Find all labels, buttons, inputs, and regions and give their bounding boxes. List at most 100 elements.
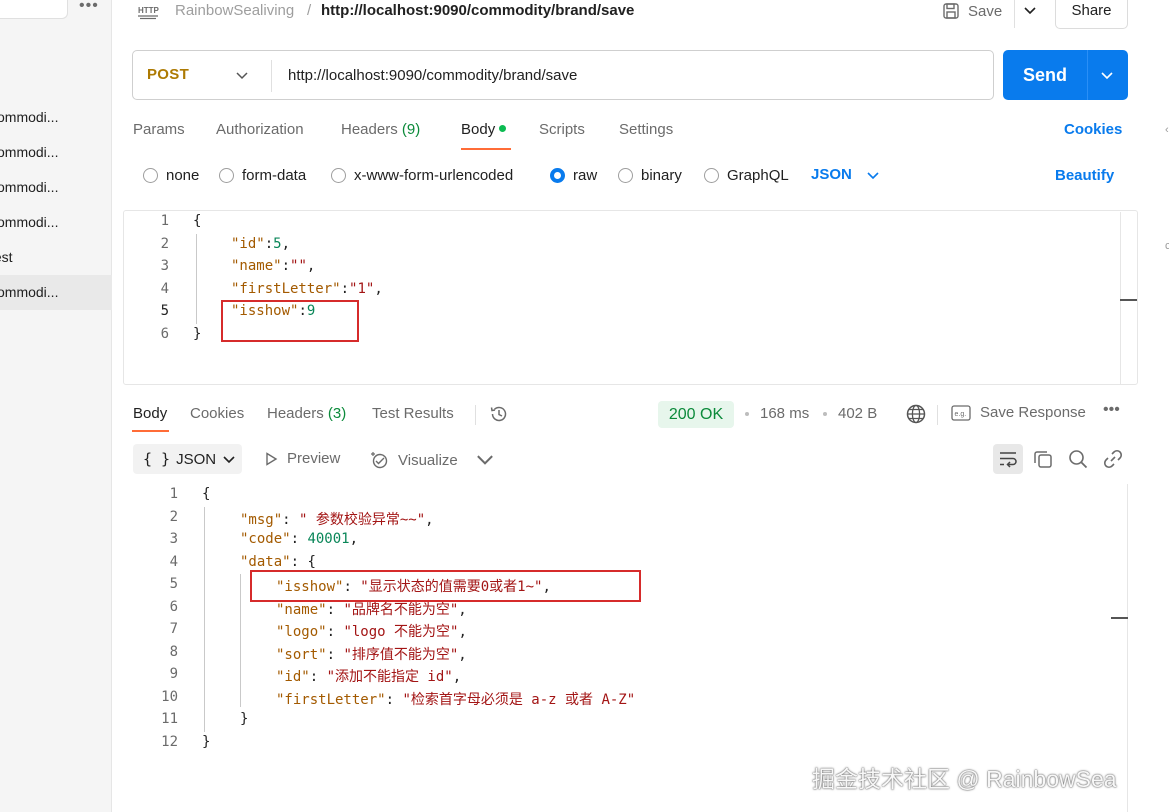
- response-code-line: "name": "品牌名不能为空",: [276, 602, 467, 618]
- history-icon[interactable]: [489, 404, 509, 424]
- sidebar-item-commodity-4[interactable]: commodi...: [0, 205, 112, 240]
- tab-settings[interactable]: Settings: [619, 121, 673, 138]
- response-time[interactable]: 168 ms: [760, 405, 809, 422]
- sidebar: ••• commodi... commodi... commodi... com…: [0, 0, 112, 812]
- json-value: 5: [273, 236, 282, 252]
- radio-urlencoded[interactable]: x-www-form-urlencoded: [331, 167, 513, 184]
- breadcrumb-separator: /: [307, 2, 312, 19]
- visualize-icon: [371, 452, 388, 469]
- json-brace: {: [307, 554, 316, 570]
- sidebar-item-commodity-1[interactable]: commodi...: [0, 100, 112, 135]
- tab-authorization[interactable]: Authorization: [216, 121, 304, 138]
- editor-scrollbar[interactable]: [1120, 212, 1121, 384]
- radio-raw[interactable]: raw: [550, 167, 597, 184]
- sidebar-search-input[interactable]: [0, 0, 68, 19]
- response-scrollbar[interactable]: [1127, 484, 1128, 812]
- radio-graphql[interactable]: GraphQL: [704, 167, 789, 184]
- visualize-button[interactable]: Visualize: [370, 450, 458, 470]
- radio-none[interactable]: none: [143, 167, 199, 184]
- json-value: 40001: [307, 531, 350, 547]
- wrap-lines-icon: [1000, 452, 1017, 468]
- response-code-line: "code": 40001,: [240, 531, 359, 547]
- indent-guide: [204, 507, 205, 732]
- save-options-chevron-icon[interactable]: [1022, 2, 1038, 18]
- radio-label: raw: [573, 167, 598, 184]
- response-size[interactable]: 402 B: [838, 405, 877, 422]
- sidebar-item-label: commodi...: [0, 179, 59, 195]
- json-value: "logo 不能为空": [343, 624, 459, 640]
- response-format-select[interactable]: { } JSON: [133, 444, 242, 474]
- json-key: "firstLetter": [231, 281, 341, 297]
- tab-scripts[interactable]: Scripts: [539, 121, 585, 138]
- sidebar-item-commodity-3[interactable]: commodi...: [0, 170, 112, 205]
- tab-params[interactable]: Params: [133, 121, 185, 138]
- response-tab-test-results[interactable]: Test Results: [372, 405, 454, 422]
- indent-guide: [196, 234, 197, 324]
- sidebar-item-commodity-active[interactable]: commodi...: [0, 275, 112, 310]
- line-number: 1: [169, 486, 178, 502]
- radio-circle: [219, 168, 234, 183]
- body-modified-dot: [499, 125, 507, 132]
- visualize-chevron-down-icon[interactable]: [475, 449, 495, 469]
- code-line: {: [193, 213, 202, 229]
- radio-binary[interactable]: binary: [618, 167, 682, 184]
- tab-body[interactable]: Body: [461, 121, 507, 138]
- tab-headers[interactable]: Headers (9): [341, 121, 420, 138]
- line-number: 1: [160, 213, 169, 229]
- json-key: "msg": [240, 512, 283, 528]
- breadcrumb-collection[interactable]: RainbowSealiving: [175, 2, 294, 19]
- radio-circle: [331, 168, 346, 183]
- line-number: 10: [161, 689, 178, 705]
- url-input[interactable]: http://localhost:9090/commodity/brand/sa…: [288, 67, 577, 84]
- link-icon[interactable]: [1101, 447, 1125, 471]
- response-tab-body[interactable]: Body: [133, 405, 167, 422]
- json-key: "id": [231, 236, 265, 252]
- radio-circle: [618, 168, 633, 183]
- line-number: 4: [160, 281, 169, 297]
- line-number: 7: [169, 621, 178, 637]
- response-code-line: "data": {: [240, 554, 316, 570]
- json-key: "code": [240, 531, 291, 547]
- response-more-icon[interactable]: •••: [1103, 401, 1120, 419]
- language-label: JSON: [811, 166, 852, 183]
- send-options-chevron-icon[interactable]: [1100, 68, 1114, 82]
- save-response-button[interactable]: e.g. Save Response: [951, 404, 1086, 421]
- separator-dot: [823, 412, 827, 416]
- search-icon[interactable]: [1066, 447, 1090, 471]
- wrap-lines-button[interactable]: [993, 444, 1023, 474]
- highlight-box: [221, 300, 359, 342]
- response-code-line: "msg": " 参数校验异常~~",: [240, 512, 434, 528]
- response-code-line: "firstLetter": "检索首字母必须是 a-z 或者 A-Z": [276, 692, 636, 708]
- response-code-line: "logo": "logo 不能为空",: [276, 624, 467, 640]
- svg-text:e.g.: e.g.: [955, 411, 967, 418]
- highlight-box: [250, 570, 641, 602]
- response-tab-cookies[interactable]: Cookies: [190, 405, 244, 422]
- sidebar-item-commodity-2[interactable]: commodi...: [0, 135, 112, 170]
- scroll-position-marker: [1111, 617, 1128, 619]
- sidebar-item-test[interactable]: test: [0, 240, 112, 275]
- sidebar-more-icon[interactable]: •••: [79, 0, 99, 15]
- status-badge[interactable]: 200 OK: [658, 401, 734, 428]
- method-chevron-down-icon[interactable]: [235, 68, 249, 82]
- send-divider: [1087, 50, 1088, 100]
- copy-icon[interactable]: [1031, 447, 1055, 471]
- json-key: "sort": [276, 647, 327, 663]
- preview-button[interactable]: Preview: [263, 450, 340, 467]
- edge-marker: ‹: [1165, 124, 1169, 136]
- radio-label: x-www-form-urlencoded: [354, 167, 514, 184]
- radio-form-data[interactable]: form-data: [219, 167, 306, 184]
- request-title[interactable]: http://localhost:9090/commodity/brand/sa…: [321, 2, 634, 19]
- beautify-button[interactable]: Beautify: [1055, 167, 1114, 184]
- language-select[interactable]: JSON: [811, 166, 880, 183]
- method-select[interactable]: POST: [147, 66, 189, 83]
- globe-icon[interactable]: [905, 403, 927, 425]
- share-button[interactable]: Share: [1055, 0, 1128, 29]
- json-value: "添加不能指定 id": [326, 669, 453, 685]
- tab-headers-label: Headers: [341, 121, 398, 138]
- save-button[interactable]: Save: [942, 0, 1002, 22]
- cookies-link[interactable]: Cookies: [1064, 121, 1122, 138]
- response-tab-headers[interactable]: Headers (3): [267, 405, 346, 422]
- format-chevron-down-icon: [223, 456, 235, 464]
- braces-icon: { }: [143, 450, 171, 468]
- send-button[interactable]: Send: [1003, 50, 1128, 100]
